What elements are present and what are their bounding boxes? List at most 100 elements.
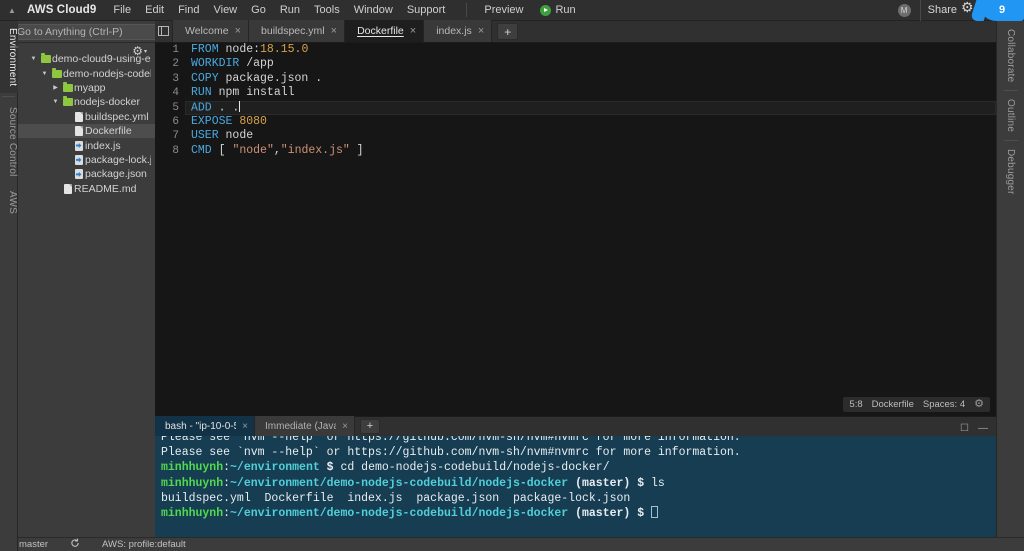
tab-list-icon[interactable]	[155, 20, 172, 42]
code-token: "index.js"	[280, 143, 350, 157]
new-terminal-button[interactable]: +	[360, 419, 380, 434]
tree-item-label: demo-nodejs-codebuil	[63, 67, 151, 80]
chevron-down-icon[interactable]: ▼	[28, 56, 39, 62]
js-file-icon	[74, 169, 83, 180]
terminal-token: minhhuynh	[161, 506, 224, 520]
menu-item-support[interactable]: Support	[400, 0, 453, 21]
terminal-token: ~/environment	[230, 461, 320, 475]
menu-item-window[interactable]: Window	[347, 0, 400, 21]
maximize-icon[interactable]: ☐	[960, 423, 969, 434]
chevron-up-icon[interactable]: ▲	[0, 0, 24, 21]
editor-tab-index-js[interactable]: index.js ×	[424, 20, 493, 42]
menu-divider	[466, 3, 468, 17]
menu-item-tools[interactable]: Tools	[307, 0, 347, 21]
line-number: 7	[172, 130, 179, 143]
js-file-icon	[74, 140, 83, 151]
close-icon[interactable]: ×	[478, 26, 484, 37]
gear-icon[interactable]: ⚙	[974, 399, 984, 410]
tree-node[interactable]: ▶ myapp	[18, 81, 155, 95]
terminal-output[interactable]: Please see `nvm --help` or https://githu…	[155, 436, 996, 537]
close-icon[interactable]: ×	[235, 26, 241, 37]
terminal-token: $	[637, 506, 652, 520]
menu-item-find[interactable]: Find	[171, 0, 206, 21]
menu-item-file[interactable]: File	[106, 0, 138, 21]
close-icon[interactable]: ×	[242, 421, 248, 432]
editor-tab-label: Welcome	[185, 25, 229, 37]
menu-item-run[interactable]: Run	[273, 0, 307, 21]
code-content[interactable]: FROM node:18.15.0 WORKDIR /app COPY packag…	[185, 43, 996, 416]
git-branch-name: master	[19, 539, 49, 550]
code-editor[interactable]: 12345678 FROM node:18.15.0 WORKDIR /app CO…	[155, 43, 996, 416]
file-type[interactable]: Dockerfile	[872, 399, 914, 410]
new-tab-button[interactable]: +	[497, 23, 519, 40]
close-icon[interactable]: ×	[410, 26, 416, 37]
editor-tab-buildspec-yml[interactable]: buildspec.yml ×	[249, 20, 346, 42]
gear-dropdown-icon[interactable]: ⚙	[132, 45, 147, 58]
tree-node[interactable]: ▼ nodejs-docker	[18, 95, 155, 109]
rail-tab-environment[interactable]: Environment	[0, 21, 18, 94]
code-token: EXPOSE	[191, 114, 233, 128]
tree-item-icon	[39, 53, 52, 64]
terminal-token: Please see `nvm --help` or https://githu…	[161, 436, 741, 444]
left-rail-tabs: Environment Source Control AWS	[0, 21, 18, 221]
file-icon	[74, 111, 83, 122]
tree-node[interactable]: index.js	[18, 138, 155, 152]
share-button[interactable]: Share	[928, 4, 957, 16]
tree-node[interactable]: buildspec.yml	[18, 110, 155, 124]
preview-button[interactable]: Preview	[475, 0, 532, 21]
terminal-token: cd demo-nodejs-codebuild/nodejs-docker/	[340, 461, 610, 475]
rail-tab-collaborate[interactable]: Collaborate	[1005, 21, 1016, 90]
terminal-token: $	[637, 476, 652, 490]
code-line: USER node	[185, 129, 996, 143]
cloud-badge[interactable]: 9	[980, 0, 1024, 21]
tree-node[interactable]: package-lock.json	[18, 153, 155, 167]
tree-node[interactable]: Dockerfile	[18, 123, 155, 139]
editor-tab-dockerfile[interactable]: Dockerfile ×	[345, 20, 425, 42]
tree-item-icon	[72, 126, 85, 137]
tree-item-label: index.js	[85, 139, 121, 152]
line-number: 5	[172, 101, 179, 114]
cursor-position[interactable]: 5:8	[849, 399, 862, 410]
menu-item-go[interactable]: Go	[244, 0, 273, 21]
rail-tab-source-control[interactable]: Source Control	[0, 100, 18, 184]
run-button[interactable]: Run	[532, 0, 583, 21]
editor-tab-welcome[interactable]: Welcome ×	[172, 20, 250, 42]
search-input[interactable]	[11, 23, 158, 40]
chevron-down-icon[interactable]: ▼	[39, 71, 50, 77]
terminal-line: minhhuynh:~/environment $ cd demo-nodejs…	[161, 460, 996, 475]
code-token: FROM	[191, 43, 219, 56]
indent-setting[interactable]: Spaces: 4	[923, 399, 965, 410]
terminal-token: :	[223, 461, 231, 475]
chevron-right-icon[interactable]: ▶	[50, 84, 61, 91]
menu-item-edit[interactable]: Edit	[138, 0, 171, 21]
aws-profile-status[interactable]: AWS: profile:default	[102, 539, 186, 550]
avatar[interactable]: M	[897, 3, 911, 17]
close-icon[interactable]: ×	[331, 26, 337, 37]
tree-node[interactable]: ▼ demo-nodejs-codebuil	[18, 66, 155, 80]
chevron-down-icon[interactable]: ▼	[50, 99, 61, 105]
code-token: WORKDIR	[191, 57, 240, 71]
terminal-token: ~/environment/demo-nodejs-codebuild/node…	[230, 506, 569, 520]
terminal-controls: ☐ —	[960, 423, 996, 436]
tree-node[interactable]: README.md	[18, 182, 155, 196]
rail-tab-debugger[interactable]: Debugger	[1005, 141, 1016, 203]
file-icon	[63, 183, 72, 194]
terminal-token: Please see `nvm --help` or https://githu…	[161, 446, 741, 460]
line-number: 2	[172, 58, 179, 71]
code-token: package.json .	[218, 71, 323, 85]
terminal-token: minhhuynh	[161, 461, 224, 475]
rail-tab-aws[interactable]: AWS	[0, 184, 18, 221]
menu-item-view[interactable]: View	[206, 0, 244, 21]
close-icon[interactable]: ×	[342, 421, 348, 432]
code-line: EXPOSE 8080	[185, 115, 996, 129]
rail-tab-outline[interactable]: Outline	[1005, 91, 1016, 140]
terminal-tab[interactable]: bash - "ip-10-0-5-74. ×	[155, 416, 255, 436]
terminal-token: ~/environment/demo-nodejs-codebuild/node…	[230, 476, 569, 490]
code-token: node	[218, 129, 254, 143]
minimize-icon[interactable]: —	[978, 423, 988, 434]
terminal-tab[interactable]: Immediate (Javascri ×	[255, 416, 355, 436]
tree-node[interactable]: package.json	[18, 167, 155, 181]
refresh-icon[interactable]	[70, 538, 80, 551]
folder-icon	[40, 53, 51, 64]
terminal-line: minhhuynh:~/environment/demo-nodejs-code…	[161, 476, 996, 491]
